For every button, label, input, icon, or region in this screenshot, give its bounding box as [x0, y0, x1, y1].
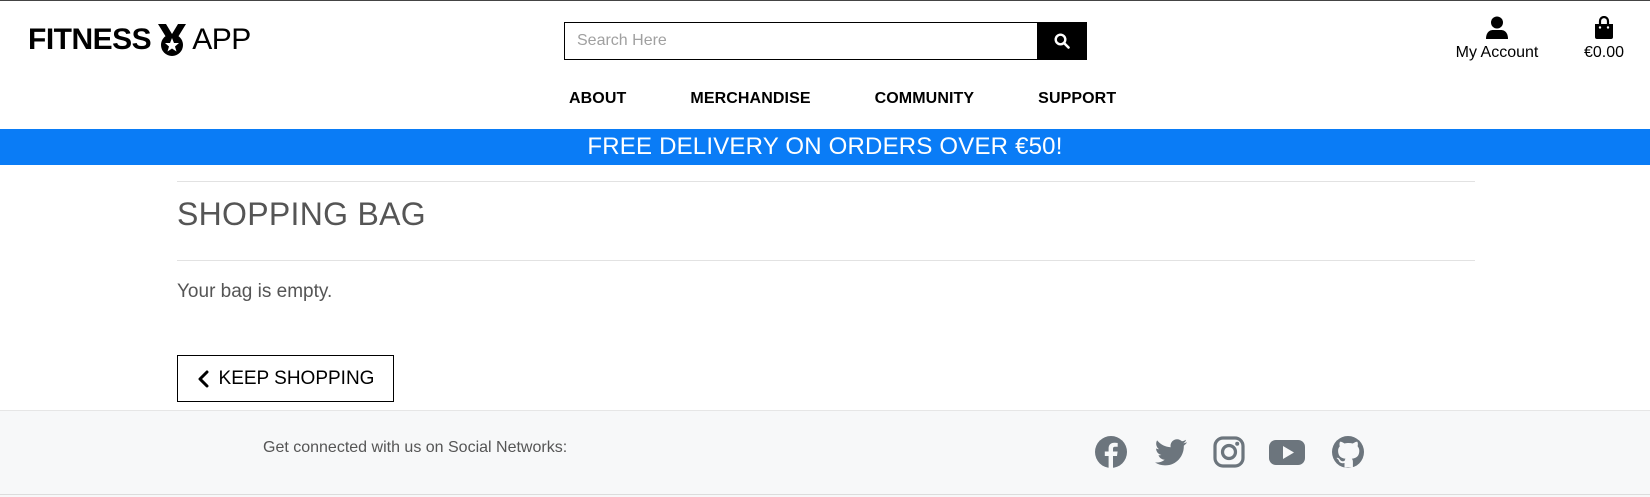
page-title: SHOPPING BAG	[177, 196, 426, 232]
bag-total: €0.00	[1583, 44, 1625, 61]
search-input[interactable]	[564, 22, 1037, 60]
footer-bottom-border	[0, 494, 1650, 495]
my-account-label: My Account	[1455, 44, 1539, 61]
site-logo[interactable]: FITNESS APP	[28, 20, 251, 60]
search-icon	[1054, 33, 1070, 49]
empty-bag-message: Your bag is empty.	[177, 281, 333, 302]
delivery-banner-text: FREE DELIVERY ON ORDERS OVER €50!	[587, 133, 1063, 160]
user-icon	[1486, 16, 1508, 39]
logo-text-fitness: FITNESS	[28, 23, 152, 56]
main-nav: ABOUT MERCHANDISE COMMUNITY SUPPORT	[569, 90, 1116, 108]
youtube-icon[interactable]	[1268, 435, 1306, 469]
shopping-bag-link[interactable]: €0.00	[1578, 16, 1630, 62]
keep-shopping-label: KEEP SHOPPING	[218, 367, 375, 389]
nav-about[interactable]: ABOUT	[569, 90, 626, 108]
facebook-icon[interactable]	[1094, 435, 1128, 469]
divider	[177, 260, 1475, 261]
top-border	[0, 0, 1650, 1]
keep-shopping-button[interactable]: KEEP SHOPPING	[177, 355, 394, 402]
nav-support[interactable]: SUPPORT	[1038, 90, 1116, 108]
github-icon[interactable]	[1331, 435, 1365, 469]
search-button[interactable]	[1037, 22, 1087, 60]
delivery-banner: FREE DELIVERY ON ORDERS OVER €50!	[0, 129, 1650, 165]
social-connect-text: Get connected with us on Social Networks…	[263, 439, 568, 456]
shopping-bag-icon	[1595, 16, 1613, 39]
medal-icon	[158, 24, 187, 56]
divider	[177, 181, 1475, 182]
search-form	[564, 22, 1087, 60]
my-account-link[interactable]: My Account	[1452, 16, 1542, 62]
nav-community[interactable]: COMMUNITY	[875, 90, 975, 108]
twitter-icon[interactable]	[1154, 435, 1188, 469]
nav-merchandise[interactable]: MERCHANDISE	[690, 90, 810, 108]
logo-text-app: APP	[192, 23, 251, 56]
footer: Get connected with us on Social Networks…	[0, 410, 1650, 497]
chevron-left-icon	[197, 370, 209, 388]
instagram-icon[interactable]	[1212, 435, 1246, 469]
